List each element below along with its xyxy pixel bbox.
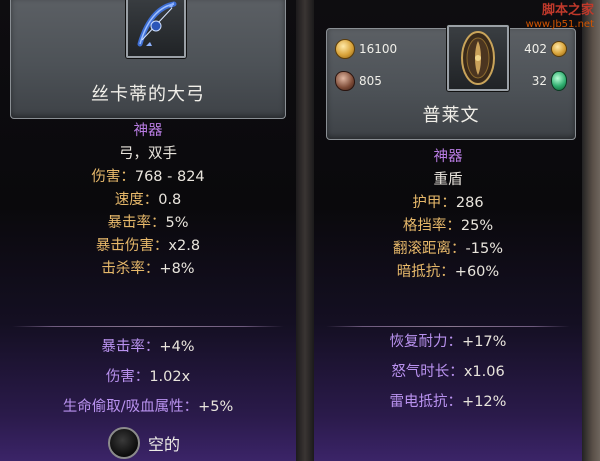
stat-value: 25%	[460, 218, 494, 234]
stat-label: 生命偷取/吸血属性：	[62, 399, 199, 415]
gem-amount: 32	[531, 74, 547, 88]
green-gem-icon	[551, 71, 567, 91]
gem-counter: 32	[532, 71, 567, 91]
ore-icon	[335, 71, 355, 91]
coin-amount: 402	[524, 42, 547, 56]
bonus-stat-row: 生命偷取/吸血属性：+5%	[0, 392, 296, 422]
bonus-stats: 恢复耐力：+17% 怒气时长：x1.06 雷电抵抗：+12%	[314, 327, 582, 417]
stat-label: 击杀率：	[101, 261, 160, 277]
stat-value: 1.02x	[149, 369, 191, 385]
stat-value: 5%	[165, 215, 189, 231]
item-type: 弓，双手	[119, 146, 177, 162]
bonus-stat-row: 暴击率：+4%	[0, 332, 296, 362]
stat-value: 286	[455, 195, 484, 211]
stat-row: 速度：0.8	[0, 189, 296, 212]
bonus-stat-row: 伤害：1.02x	[0, 362, 296, 392]
item-header: 16100 805 402 32 普莱文	[326, 25, 576, 140]
stat-row: 暗抵抗：+60%	[314, 261, 582, 284]
background-edge	[582, 0, 600, 461]
coin-stack-icon	[551, 41, 567, 57]
watermark-url: www.Jb51.net	[525, 19, 594, 30]
gold-counter: 16100	[335, 39, 397, 59]
bow-icon	[137, 1, 177, 47]
stat-value: x2.8	[168, 238, 201, 254]
stat-label: 翻滚距离：	[393, 241, 466, 257]
stat-label: 怒气时长：	[391, 364, 464, 380]
stat-label: 恢复耐力：	[389, 334, 463, 350]
bonus-stats: 暴击率：+4% 伤害：1.02x 生命偷取/吸血属性：+5%	[0, 332, 296, 422]
item-rarity: 神器	[433, 149, 463, 165]
stat-row: 击杀率：+8%	[0, 258, 296, 281]
stat-value: +17%	[462, 334, 507, 350]
stat-value: +5%	[198, 399, 234, 415]
stat-label: 暴击伤害：	[95, 238, 169, 254]
item-header: 丝卡蒂的大弓	[10, 0, 286, 119]
socket-label: 空的	[148, 435, 181, 454]
ore-counter: 805	[335, 71, 382, 91]
stat-value: 0.8	[158, 192, 182, 208]
shield-icon	[461, 31, 495, 85]
gold-coin-icon	[335, 39, 355, 59]
item-type: 重盾	[433, 172, 463, 188]
stat-label: 护甲：	[412, 195, 456, 211]
panel-separator	[296, 0, 314, 461]
base-stats: 神器 弓，双手 伤害：768 - 824 速度：0.8 暴击率：5% 暴击伤害：…	[0, 120, 296, 281]
coin-counter: 402	[524, 41, 567, 57]
gem-socket[interactable]: 空的	[108, 427, 180, 459]
stat-value: 768 - 824	[134, 169, 205, 185]
stat-label: 格挡率：	[402, 218, 461, 234]
ore-amount: 805	[359, 74, 382, 88]
stat-label: 暴击率：	[101, 339, 160, 355]
empty-socket-icon[interactable]	[108, 427, 140, 459]
stat-row: 伤害：768 - 824	[0, 166, 296, 189]
stat-value: +8%	[159, 261, 195, 277]
bonus-stat-row: 恢复耐力：+17%	[314, 327, 582, 357]
stat-value: -15%	[465, 241, 503, 257]
stat-value: +4%	[159, 339, 195, 355]
base-stats: 神器 重盾 护甲：286 格挡率：25% 翻滚距离：-15% 暗抵抗：+60%	[314, 146, 582, 284]
stat-label: 暴击率：	[107, 215, 166, 231]
gold-amount: 16100	[359, 42, 398, 56]
stat-value: +12%	[462, 394, 507, 410]
watermark: 脚本之家 www.Jb51.net	[526, 4, 594, 32]
stat-label: 伤害：	[105, 369, 150, 385]
stat-value: +60%	[454, 264, 500, 280]
item-tooltip-right: 16100 805 402 32 普莱文 神器 重盾 护甲：286 格挡率：25…	[314, 0, 582, 461]
item-icon-frame	[447, 25, 509, 91]
stat-row: 暴击伤害：x2.8	[0, 235, 296, 258]
stat-value: x1.06	[463, 364, 505, 380]
watermark-title: 脚本之家	[541, 3, 594, 18]
item-rarity: 神器	[133, 123, 163, 139]
bonus-stat-row: 雷电抵抗：+12%	[314, 387, 582, 417]
item-name: 丝卡蒂的大弓	[91, 84, 205, 105]
stat-row: 护甲：286	[314, 192, 582, 215]
stat-row: 暴击率：5%	[0, 212, 296, 235]
stat-label: 暗抵抗：	[396, 264, 455, 280]
stat-row: 格挡率：25%	[314, 215, 582, 238]
stat-label: 雷电抵抗：	[389, 394, 463, 410]
item-icon-frame	[126, 0, 186, 58]
stats-divider	[12, 326, 284, 327]
item-tooltip-left: 丝卡蒂的大弓 神器 弓，双手 伤害：768 - 824 速度：0.8 暴击率：5…	[0, 0, 296, 461]
stat-label: 伤害：	[91, 169, 135, 185]
stat-row: 翻滚距离：-15%	[314, 238, 582, 261]
item-name: 普莱文	[422, 105, 480, 126]
bonus-stat-row: 怒气时长：x1.06	[314, 357, 582, 387]
stat-label: 速度：	[114, 192, 159, 208]
